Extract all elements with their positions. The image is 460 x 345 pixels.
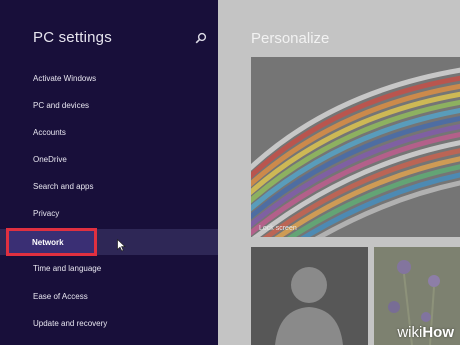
lock-screen-label: Lock screen xyxy=(259,225,297,232)
search-button[interactable] xyxy=(193,31,209,47)
nav-item-label: OneDrive xyxy=(33,155,67,164)
nav-item-accounts[interactable]: Accounts xyxy=(0,120,218,146)
nav-item-label: Search and apps xyxy=(33,182,94,191)
settings-title: PC settings xyxy=(33,29,112,46)
mouse-pointer-icon xyxy=(117,239,126,252)
nav-item-label: Accounts xyxy=(33,128,66,137)
nav-item-label: Ease of Access xyxy=(33,292,88,301)
nav-item-label: Time and language xyxy=(33,264,102,273)
nav-item-label: Activate Windows xyxy=(33,74,97,83)
nav-item-update-and-recovery[interactable]: Update and recovery xyxy=(0,311,218,337)
nav-item-pc-and-devices[interactable]: PC and devices xyxy=(0,93,218,119)
wikihow-watermark: wikiHow xyxy=(397,324,454,341)
personalize-title: Personalize xyxy=(251,30,330,47)
nav-item-search-and-apps[interactable]: Search and apps xyxy=(0,174,218,200)
nav-item-label: Network xyxy=(32,238,64,247)
personalize-pane: Personalize Lock screen wikiHow xyxy=(218,0,460,345)
nav-item-network[interactable]: Network xyxy=(6,228,97,256)
lock-screen-tile[interactable]: Lock screen xyxy=(251,57,460,237)
user-avatar-icon xyxy=(251,247,368,345)
search-icon[interactable] xyxy=(193,31,209,47)
lock-screen-image xyxy=(251,57,460,237)
settings-sidebar: PC settings Activate Windows PC and devi… xyxy=(0,0,218,345)
nav-item-onedrive[interactable]: OneDrive xyxy=(0,147,218,173)
nav-item-activate-windows[interactable]: Activate Windows xyxy=(0,66,218,92)
nav-item-ease-of-access[interactable]: Ease of Access xyxy=(0,284,218,310)
nav-item-label: Privacy xyxy=(33,209,60,218)
watermark-part1: wiki xyxy=(397,324,423,341)
nav-item-label: PC and devices xyxy=(33,101,90,110)
account-picture-tile[interactable] xyxy=(251,247,368,345)
nav-item-time-and-language[interactable]: Time and language xyxy=(0,256,218,282)
nav-item-label: Update and recovery xyxy=(33,319,108,328)
nav-item-privacy[interactable]: Privacy xyxy=(0,201,218,227)
watermark-part2: How xyxy=(422,324,454,341)
